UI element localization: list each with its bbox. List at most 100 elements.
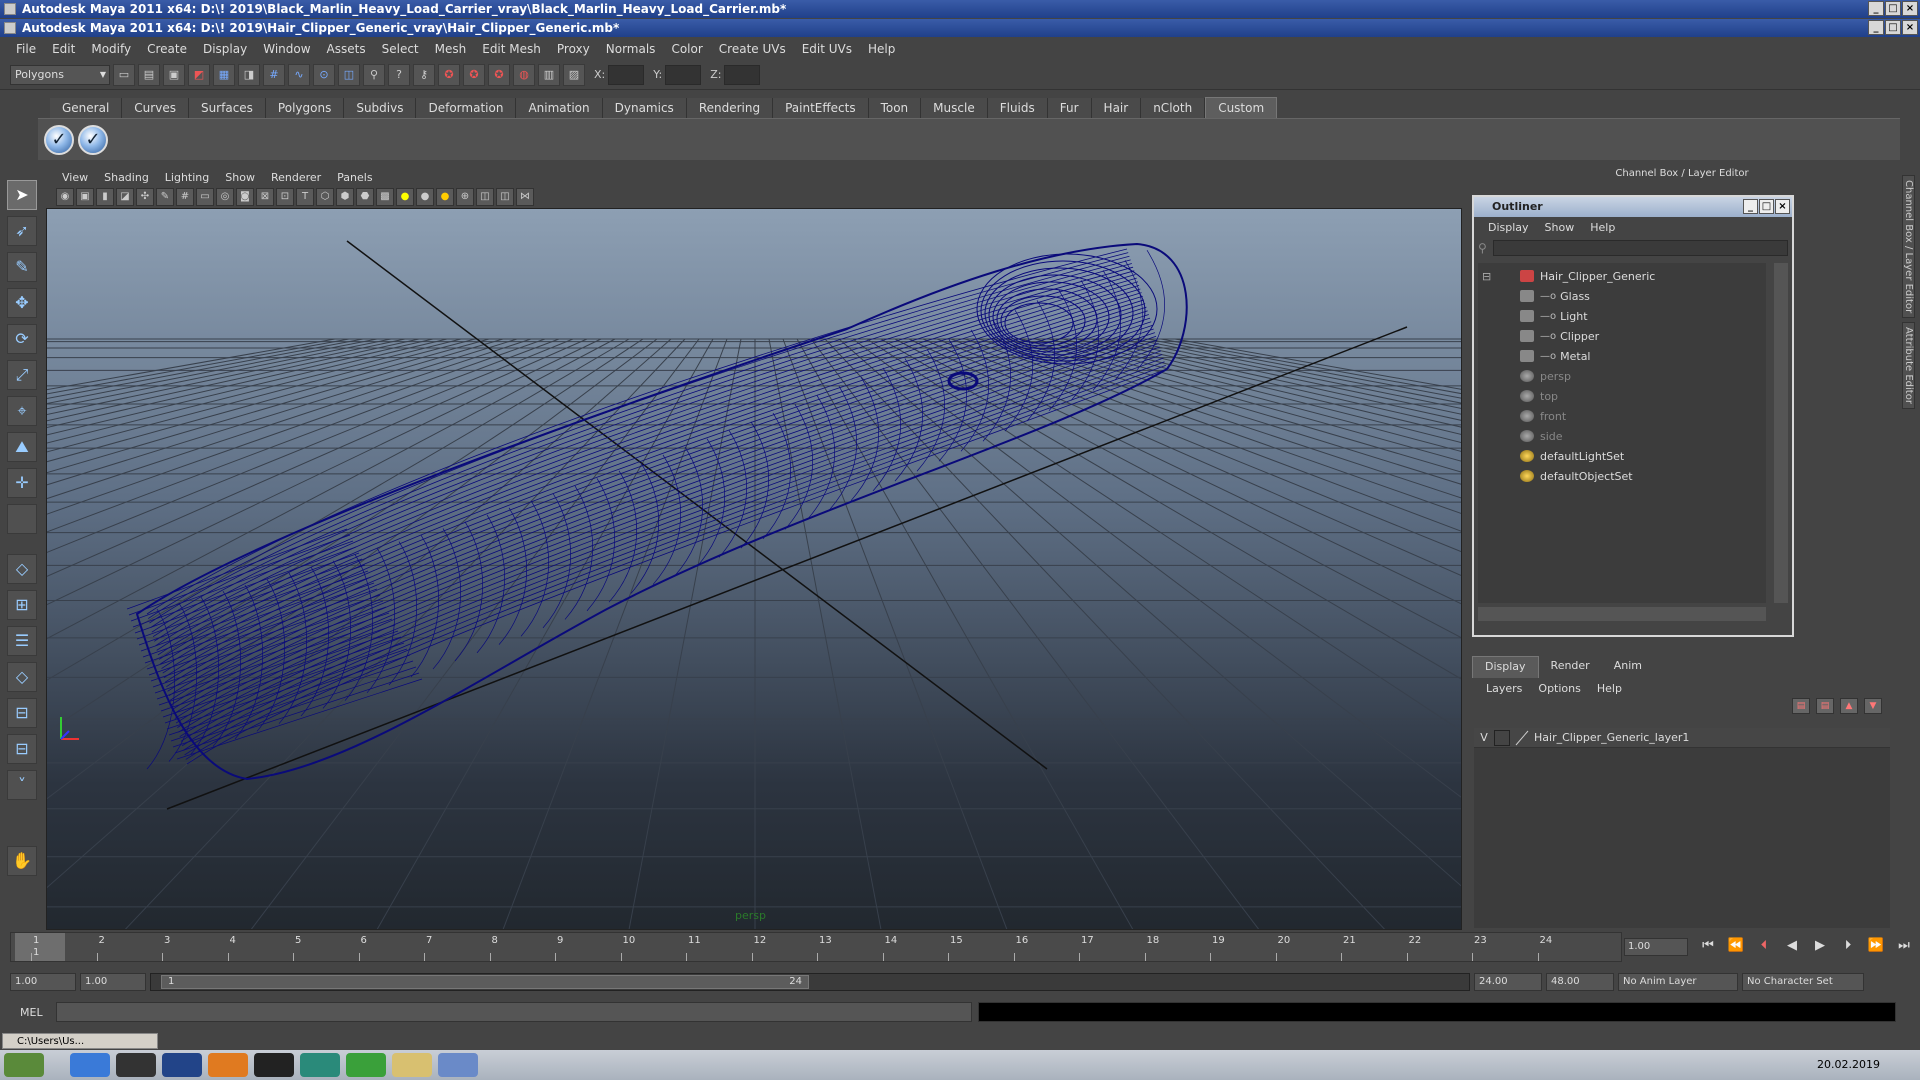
- time-slider[interactable]: 1 2 3 4 5 6 7 8 9 10 11 12 13 14 15 16 17 18 19 20 21 22 23 24 1: [10, 932, 1622, 962]
- range-slider[interactable]: 1 24: [150, 973, 1470, 991]
- shelf-tab-animation[interactable]: Animation: [516, 98, 603, 118]
- playback-end-field[interactable]: 24.00: [1474, 973, 1542, 991]
- select-hierarchy-icon[interactable]: ◩: [188, 63, 210, 86]
- render-frame-icon[interactable]: ✪: [438, 63, 460, 86]
- current-frame-marker[interactable]: [15, 933, 65, 961]
- outliner-item[interactable]: top: [1520, 387, 1558, 405]
- make-live-icon[interactable]: ⚲: [363, 63, 385, 86]
- layer-row[interactable]: V Hair_Clipper_Generic_layer1: [1474, 728, 1890, 748]
- layer-color-swatch[interactable]: [1514, 730, 1530, 746]
- outliner-item[interactable]: ⊟ Hair_Clipper_Generic: [1482, 267, 1655, 285]
- shelf-tab-muscle[interactable]: Muscle: [921, 98, 988, 118]
- clipper-wireframe[interactable]: [126, 242, 1188, 781]
- layer-tab-display[interactable]: Display: [1472, 656, 1539, 678]
- scale-tool-icon[interactable]: ⤢: [7, 360, 37, 390]
- shelf-tab-hair[interactable]: Hair: [1091, 98, 1142, 118]
- layer-menu-help[interactable]: Help: [1589, 682, 1630, 695]
- go-to-start-icon[interactable]: ⏮: [1698, 938, 1718, 953]
- filter-icon[interactable]: ⚲: [1478, 241, 1487, 255]
- taskbar-app-icon[interactable]: [392, 1053, 432, 1077]
- taskbar-app-icon[interactable]: [346, 1053, 386, 1077]
- outliner-horizontal-scrollbar[interactable]: [1478, 607, 1766, 621]
- move-down-layer-icon[interactable]: ▼: [1864, 698, 1882, 714]
- minimize-button[interactable]: _: [1868, 20, 1884, 35]
- menu-display[interactable]: Display: [195, 42, 255, 56]
- panel-menu-shading[interactable]: Shading: [96, 171, 157, 184]
- two-d-pan-icon[interactable]: ✣: [136, 188, 154, 206]
- render-view-icon[interactable]: ▥: [538, 63, 560, 86]
- layer-tab-anim[interactable]: Anim: [1602, 656, 1654, 678]
- film-gate-icon[interactable]: ▭: [196, 188, 214, 206]
- outliner-item[interactable]: persp: [1520, 367, 1571, 385]
- taskbar-app-icon[interactable]: [162, 1053, 202, 1077]
- all-lights-icon[interactable]: ●: [416, 188, 434, 206]
- maximize-button[interactable]: □: [1759, 199, 1774, 214]
- current-time-field[interactable]: 1.00: [1624, 938, 1688, 956]
- step-forward-icon[interactable]: ⏩: [1866, 938, 1886, 953]
- menu-modify[interactable]: Modify: [83, 42, 139, 56]
- taskbar-app-icon[interactable]: [70, 1053, 110, 1077]
- textured-icon[interactable]: ▩: [376, 188, 394, 206]
- shelf-tab-fluids[interactable]: Fluids: [987, 98, 1048, 118]
- shelf-tab-painteffects[interactable]: PaintEffects: [773, 98, 869, 118]
- select-tool-icon[interactable]: ➤: [7, 180, 37, 210]
- paint-select-tool-icon[interactable]: ✎: [7, 252, 37, 282]
- new-layer-selected-icon[interactable]: ▤: [1816, 698, 1834, 714]
- camera-select-icon[interactable]: ◉: [56, 188, 74, 206]
- layer-tab-render[interactable]: Render: [1539, 656, 1602, 678]
- hypershade-layout-icon[interactable]: ⊟: [7, 698, 37, 728]
- show-manip-icon[interactable]: ✛: [7, 468, 37, 498]
- shelf-tab-curves[interactable]: Curves: [122, 98, 189, 118]
- layer-visibility-toggle[interactable]: V: [1474, 731, 1494, 744]
- y-field[interactable]: [665, 64, 702, 85]
- outliner-filter-field[interactable]: [1492, 240, 1788, 256]
- input-ops-icon[interactable]: ?: [388, 63, 410, 86]
- channel-box-side-tab[interactable]: Channel Box / Layer Editor: [1902, 175, 1915, 319]
- safe-action-icon[interactable]: ⊡: [276, 188, 294, 206]
- menu-select[interactable]: Select: [374, 42, 427, 56]
- shadows-icon[interactable]: ●: [436, 188, 454, 206]
- safe-title-icon[interactable]: T: [296, 188, 314, 206]
- menu-set-dropdown[interactable]: Polygons: [10, 64, 110, 85]
- shelf-tab-custom[interactable]: Custom: [1205, 97, 1278, 118]
- soft-mod-icon[interactable]: ⛰: [7, 432, 37, 462]
- panel-menu-panels[interactable]: Panels: [329, 171, 380, 184]
- grease-pencil-icon[interactable]: ✎: [156, 188, 174, 206]
- wireframe-on-shaded-icon[interactable]: ⬣: [356, 188, 374, 206]
- menu-help[interactable]: Help: [860, 42, 903, 56]
- maximize-button[interactable]: □: [1885, 20, 1901, 35]
- minimized-window[interactable]: C:\Users\Us...: [2, 1033, 158, 1049]
- outliner-title-bar[interactable]: Outliner _ □ ×: [1474, 197, 1792, 217]
- command-language-label[interactable]: MEL: [20, 1006, 50, 1019]
- resolution-gate-icon[interactable]: ◎: [216, 188, 234, 206]
- graph-editor-icon[interactable]: ▨: [563, 63, 585, 86]
- render-settings-icon[interactable]: ✪: [488, 63, 510, 86]
- outliner-item[interactable]: —o Clipper: [1520, 327, 1599, 345]
- menu-edit[interactable]: Edit: [44, 42, 83, 56]
- close-button[interactable]: ×: [1902, 1, 1918, 16]
- taskbar-app-icon[interactable]: [254, 1053, 294, 1077]
- outliner-item[interactable]: defaultLightSet: [1520, 447, 1624, 465]
- field-chart-icon[interactable]: ⊠: [256, 188, 274, 206]
- outliner-item[interactable]: —o Light: [1520, 307, 1588, 325]
- camera-attributes-icon[interactable]: ▣: [76, 188, 94, 206]
- menu-assets[interactable]: Assets: [319, 42, 374, 56]
- menu-create[interactable]: Create: [139, 42, 195, 56]
- taskbar-app-icon[interactable]: [300, 1053, 340, 1077]
- shelf-tab-general[interactable]: General: [50, 98, 123, 118]
- taskbar-app-icon[interactable]: [438, 1053, 478, 1077]
- snap-curve-icon[interactable]: ∿: [288, 63, 310, 86]
- shelf-check-icon[interactable]: ✓: [44, 125, 74, 155]
- menu-normals[interactable]: Normals: [598, 42, 664, 56]
- shelf-tab-toon[interactable]: Toon: [868, 98, 922, 118]
- outliner-persp-layout-icon[interactable]: ☰: [7, 626, 37, 656]
- universal-manip-icon[interactable]: ⌖: [7, 396, 37, 426]
- minimize-button[interactable]: _: [1868, 1, 1884, 16]
- command-input[interactable]: [56, 1002, 972, 1022]
- outliner-menu-help[interactable]: Help: [1582, 221, 1623, 234]
- move-tool-icon[interactable]: ✥: [7, 288, 37, 318]
- outliner-item[interactable]: —o Metal: [1520, 347, 1591, 365]
- image-plane-icon[interactable]: ◪: [116, 188, 134, 206]
- character-set-dropdown[interactable]: No Character Set: [1742, 973, 1864, 991]
- xray-components-icon[interactable]: ⋈: [516, 188, 534, 206]
